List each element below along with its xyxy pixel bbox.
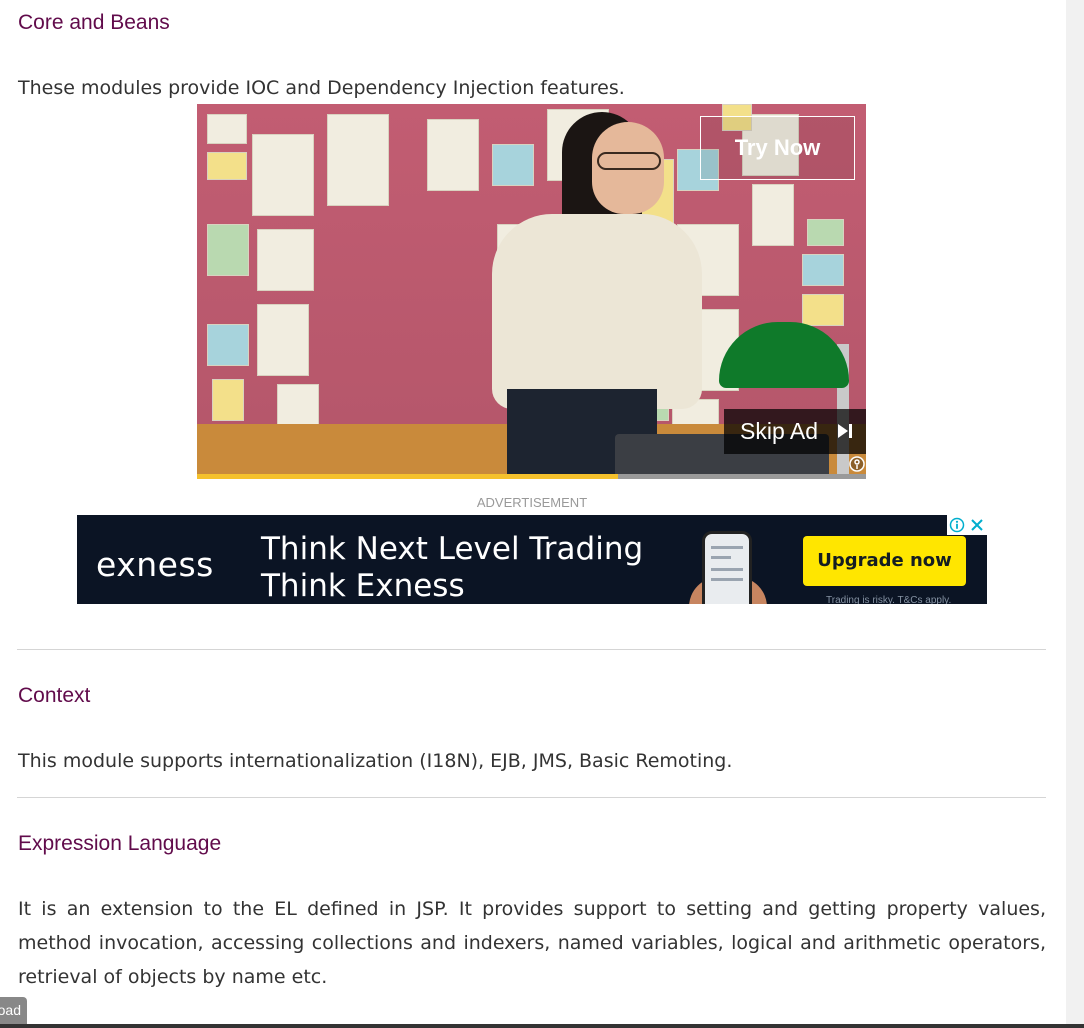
skip-ad-button[interactable]: Skip Ad: [724, 409, 866, 454]
video-progress-bar[interactable]: [197, 474, 866, 479]
section-text-core-and-beans: These modules provide IOC and Dependency…: [18, 77, 625, 99]
close-icon[interactable]: [969, 517, 985, 533]
adchoices-icon[interactable]: [949, 517, 965, 533]
section-heading-expression-language: Expression Language: [18, 832, 222, 855]
load-tag-label: oad: [0, 1002, 21, 1018]
skip-ad-label: Skip Ad: [740, 418, 818, 444]
banner-ad-controls: [947, 515, 987, 535]
section-heading-context: Context: [18, 684, 91, 707]
upgrade-now-button[interactable]: Upgrade now: [803, 536, 966, 586]
banner-headline-line1: Think Next Level Trading: [261, 531, 644, 567]
article-content: Core and Beans These modules provide IOC…: [0, 0, 1066, 1028]
video-progress-fill: [197, 474, 619, 479]
section-heading-core-and-beans: Core and Beans: [18, 11, 170, 34]
section-text-context: This module supports internationalizatio…: [18, 750, 733, 772]
load-tag[interactable]: oad: [0, 997, 27, 1024]
section-text-expression-language: It is an extension to the EL defined in …: [18, 898, 1046, 988]
skip-forward-icon: [838, 424, 852, 438]
try-now-button[interactable]: Try Now: [700, 116, 855, 180]
banner-headline: Think Next Level Trading Think Exness: [261, 531, 643, 604]
ad-info-icon[interactable]: [849, 456, 865, 472]
banner-disclaimer: Trading is risky. T&Cs apply.: [826, 595, 952, 604]
banner-headline-line2: Think Exness: [261, 568, 465, 604]
bottom-bar: [0, 1024, 1084, 1028]
banner-ad[interactable]: exness Think Next Level Trading Think Ex…: [77, 515, 987, 604]
section-divider: [17, 649, 1046, 650]
advertisement-label: ADVERTISEMENT: [476, 495, 588, 510]
phone-image: [702, 531, 752, 604]
video-ad[interactable]: Try Now Skip Ad: [197, 104, 866, 474]
scrollbar-track[interactable]: [1066, 0, 1084, 1028]
section-divider: [17, 797, 1046, 798]
banner-brand-logo: exness: [96, 545, 214, 584]
